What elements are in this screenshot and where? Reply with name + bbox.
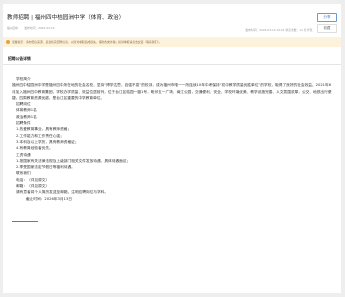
publish-info: 福州四中 发布时间：2024-03-19 xyxy=(7,26,54,30)
favorite-button[interactable]: 收藏 xyxy=(317,24,337,33)
publish-date: 发布时间：2024-03-19 xyxy=(24,26,55,30)
body-paragraph: 福州四中桔园洲中学是福州四中所在地的社会名校，坚持“博学达思、自强不息”的校训，… xyxy=(12,83,332,100)
warning-icon xyxy=(6,40,10,44)
article-card: 教师招聘 | 福州四中桔园洲中学（体育、政治） 福州四中发布时间：2024-03… xyxy=(3,4,341,293)
article-body: 学校简介 福州四中桔园洲中学是福州四中所在地的社会名校，坚持“博学达思、自强不息”… xyxy=(12,76,332,202)
publisher-name: 福州四中 xyxy=(7,26,19,30)
warning-notice: 温馨提示：请勿轻信来源、反复核实招聘信息，以防对求职造成损失，谨防各类诈骗；投诉… xyxy=(3,37,341,47)
divider xyxy=(3,64,341,65)
notice-text: 温馨提示：请勿轻信来源、反复核实招聘信息，以防对求职造成损失，谨防各类诈骗；投诉… xyxy=(12,40,162,44)
page-title: 教师招聘 | 福州四中桔园洲中学（体育、政治） xyxy=(7,15,125,21)
body-paragraph: 截止时间：2026年3月13日 xyxy=(26,196,72,201)
footer-link[interactable] xyxy=(12,221,38,222)
section-title: 招聘公告详情 xyxy=(8,56,31,61)
share-button[interactable]: 分享 xyxy=(317,13,337,22)
article-meta: 发布时间：2024-03-19 10:01 浏览次数：11 分享到： xyxy=(245,28,315,32)
